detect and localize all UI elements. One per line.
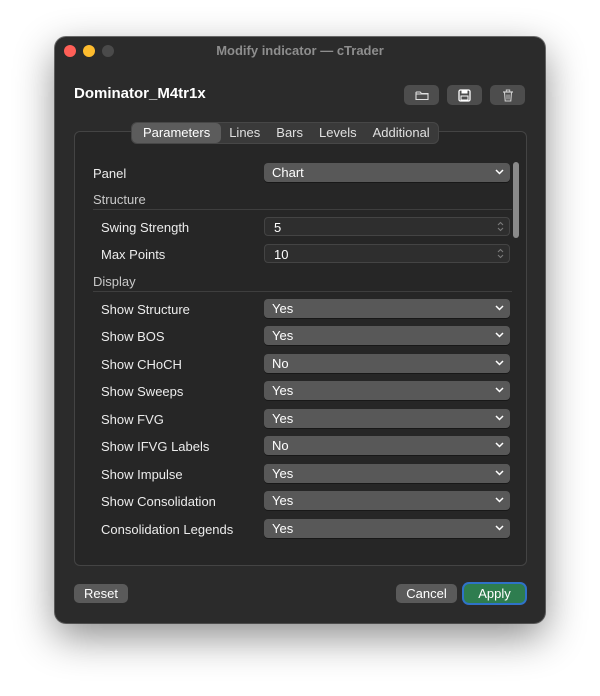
param-row-show-sweeps: Show Sweeps Yes	[75, 381, 516, 401]
delete-button[interactable]	[490, 85, 525, 105]
title-bar[interactable]: Modify indicator — cTrader	[55, 37, 545, 64]
tab-lines[interactable]: Lines	[221, 123, 268, 143]
select-value: Yes	[272, 328, 294, 343]
chevron-down-icon	[495, 332, 504, 338]
open-folder-button[interactable]	[404, 85, 439, 105]
param-label: Show Impulse	[101, 467, 183, 482]
param-label: Show Structure	[101, 302, 190, 317]
stepper-arrows-icon[interactable]	[497, 221, 504, 232]
chevron-down-icon	[495, 305, 504, 311]
tab-bar: Parameters Lines Bars Levels Additional	[131, 122, 439, 144]
chevron-down-icon	[495, 525, 504, 531]
cancel-button[interactable]: Cancel	[396, 584, 457, 603]
section-title-structure: Structure	[93, 192, 146, 207]
param-label: Show BOS	[101, 329, 165, 344]
stepper-value: 10	[274, 247, 289, 262]
param-label: Show Consolidation	[101, 494, 216, 509]
tab-bars[interactable]: Bars	[268, 123, 311, 143]
show-structure-select[interactable]: Yes	[264, 299, 510, 318]
parameters-list: Panel Chart Structure Swing Strength 5 M…	[75, 157, 516, 549]
select-value: Yes	[272, 411, 294, 426]
show-ifvg-labels-select[interactable]: No	[264, 436, 510, 455]
param-label: Consolidation Legends	[101, 522, 234, 537]
param-label: Show Sweeps	[101, 384, 184, 399]
chevron-down-icon	[495, 169, 504, 175]
param-label: Show FVG	[101, 412, 164, 427]
select-value: Yes	[272, 493, 294, 508]
section-divider	[93, 209, 512, 210]
select-value: No	[272, 356, 289, 371]
param-row-max-points: Max Points 10	[75, 244, 516, 264]
select-value: Yes	[272, 301, 294, 316]
chevron-down-icon	[495, 470, 504, 476]
consolidation-legends-select[interactable]: Yes	[264, 519, 510, 538]
tab-additional[interactable]: Additional	[365, 123, 438, 143]
apply-button[interactable]: Apply	[464, 584, 525, 603]
param-row-consolidation-legends: Consolidation Legends Yes	[75, 519, 516, 539]
select-value: Yes	[272, 521, 294, 536]
panel-select[interactable]: Chart	[264, 163, 510, 182]
chevron-down-icon	[495, 360, 504, 366]
chevron-down-icon	[495, 442, 504, 448]
param-row-show-structure: Show Structure Yes	[75, 299, 516, 319]
chevron-down-icon	[495, 387, 504, 393]
select-value: Chart	[272, 165, 304, 180]
trash-icon	[502, 89, 513, 102]
chevron-down-icon	[495, 497, 504, 503]
swing-strength-stepper[interactable]: 5	[264, 217, 510, 236]
param-label: Max Points	[101, 247, 166, 262]
next-select-partial	[264, 464, 510, 469]
param-row-show-choch: Show CHoCH No	[75, 354, 516, 374]
param-label: Swing Strength	[101, 220, 190, 235]
param-label: Panel	[93, 166, 127, 181]
param-row-swing-strength: Swing Strength 5	[75, 217, 516, 237]
window-title: Modify indicator — cTrader	[216, 43, 384, 58]
save-button[interactable]	[447, 85, 482, 105]
show-consolidation-select[interactable]: Yes	[264, 491, 510, 510]
tab-parameters[interactable]: Parameters	[132, 123, 222, 143]
max-points-stepper[interactable]: 10	[264, 244, 510, 263]
param-row-show-ifvg-labels: Show IFVG Labels No	[75, 436, 516, 456]
param-row-show-consolidation: Show Consolidation Yes	[75, 491, 516, 511]
save-icon	[458, 88, 471, 102]
stepper-value: 5	[274, 220, 282, 235]
show-sweeps-select[interactable]: Yes	[264, 381, 510, 400]
select-value: No	[272, 438, 289, 453]
indicator-name: Dominator_M4tr1x	[74, 85, 206, 102]
vertical-scrollbar[interactable]	[513, 162, 519, 238]
tab-levels[interactable]: Levels	[311, 123, 365, 143]
select-value: Yes	[272, 383, 294, 398]
show-fvg-select[interactable]: Yes	[264, 409, 510, 428]
show-choch-select[interactable]: No	[264, 354, 510, 373]
section-divider	[93, 291, 512, 292]
reset-button[interactable]: Reset	[74, 584, 128, 603]
show-bos-select[interactable]: Yes	[264, 326, 510, 345]
param-row-panel: Panel Chart	[75, 163, 516, 183]
modify-indicator-window: Modify indicator — cTrader Dominator_M4t…	[55, 37, 545, 623]
param-row-show-bos: Show BOS Yes	[75, 326, 516, 346]
folder-icon	[414, 90, 429, 100]
param-label: Show IFVG Labels	[101, 439, 210, 454]
section-title-display: Display	[93, 274, 136, 289]
stepper-arrows-icon[interactable]	[497, 248, 504, 259]
param-label: Show CHoCH	[101, 357, 182, 372]
chevron-down-icon	[495, 415, 504, 421]
param-row-show-fvg: Show FVG Yes	[75, 409, 516, 429]
